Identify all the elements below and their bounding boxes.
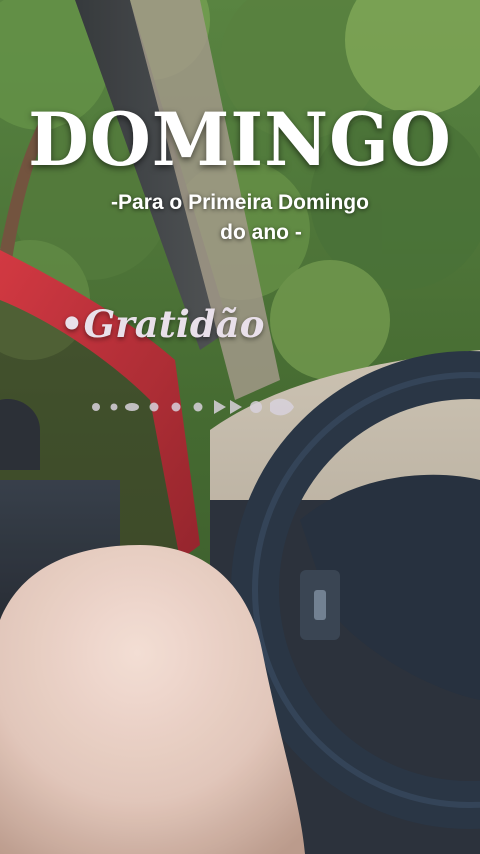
title-domingo: DOMINGO (28, 95, 452, 184)
subtitle-line-1: -Para o Primeira Domingo (111, 191, 369, 214)
decorative-dots-ornament (92, 398, 294, 416)
subtitle: -Para o Primeira Domingo do ano - (0, 188, 480, 248)
tagline-gratidao: •Gratidão (60, 302, 265, 346)
subtitle-line-2: do ano - (220, 221, 302, 244)
